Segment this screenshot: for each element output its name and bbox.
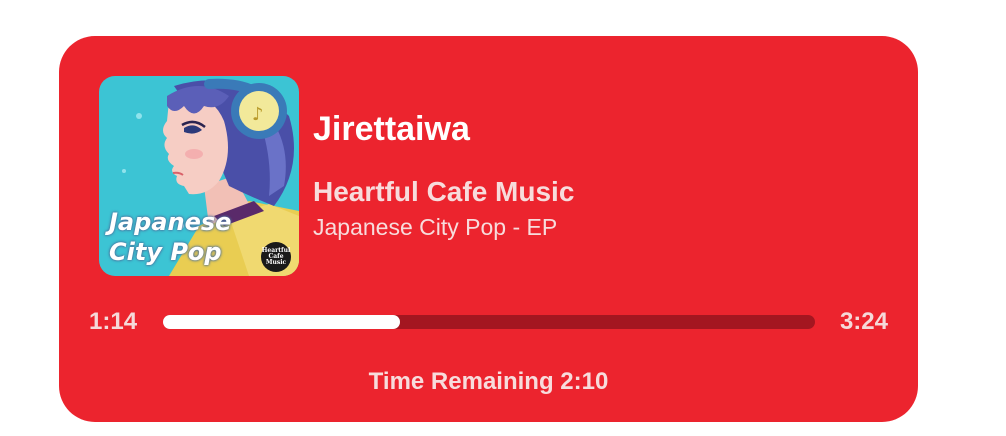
progress-bar-fill xyxy=(163,315,400,329)
album-name: Japanese City Pop - EP xyxy=(313,214,558,240)
progress-bar[interactable] xyxy=(163,315,815,329)
album-cover-title-line1: Japanese xyxy=(109,208,232,236)
svg-text:♪: ♪ xyxy=(252,104,264,125)
album-cover-image: ♪ Japanese City Pop Heartful Cafe Music xyxy=(99,76,299,276)
album-cover-logo: Heartful Cafe Music xyxy=(261,242,291,272)
album-cover-logo-line3: Music xyxy=(265,259,287,266)
artist-name: Heartful Cafe Music xyxy=(313,176,575,207)
album-cover-title: Japanese City Pop xyxy=(109,207,231,267)
total-duration: 3:24 xyxy=(839,308,888,335)
track-title: Jirettaiwa xyxy=(313,110,470,148)
time-remaining: Time Remaining 2:10 xyxy=(368,368,609,395)
elapsed-time: 1:14 xyxy=(89,308,138,335)
album-cover-title-line2: City Pop xyxy=(109,238,222,266)
player-card: ♪ Japanese City Pop Heartful Cafe Music … xyxy=(59,36,918,422)
